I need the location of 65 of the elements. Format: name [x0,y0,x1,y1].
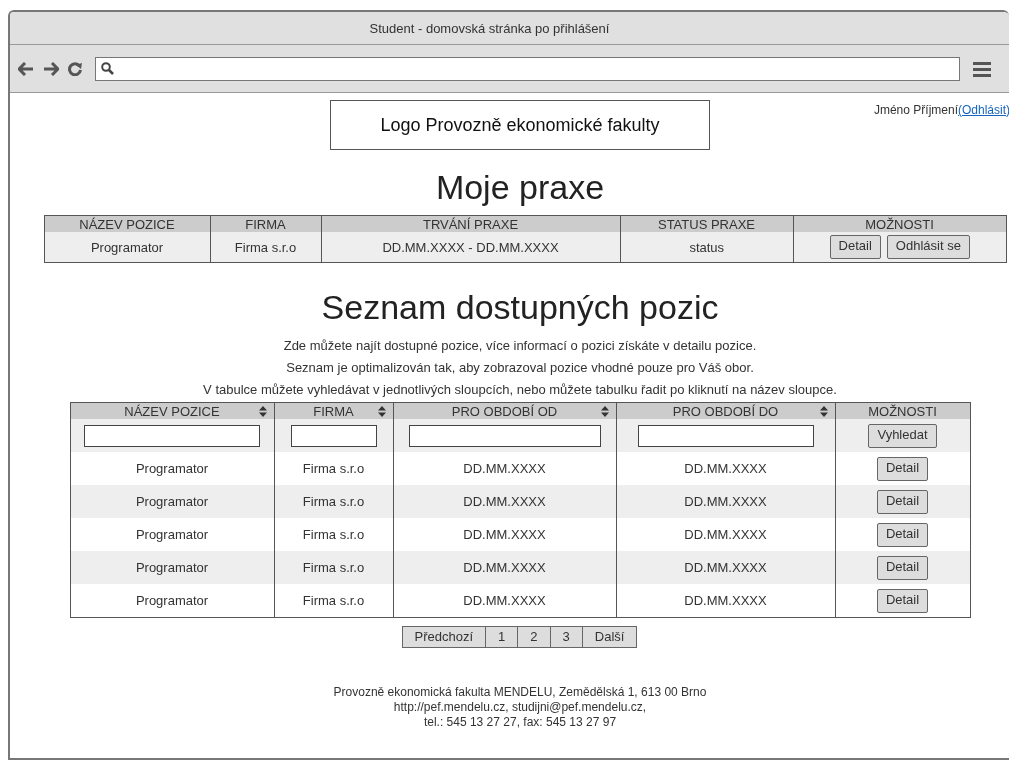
action-button[interactable]: Odhlásit se [886,235,970,259]
pagination-button[interactable]: 1 [485,626,519,648]
detail-button[interactable]: Detail [876,456,929,481]
table-cell: Programator [70,551,274,584]
table-cell: DD.MM.XXXX [616,551,835,584]
detail-button[interactable]: Detail [876,522,929,547]
table-cell: DD.MM.XXXX [616,584,835,618]
table-cell: DD.MM.XXXX [393,584,616,618]
table-cell: Programator [44,232,210,263]
sort-icon[interactable] [377,406,386,417]
column-header: FIRMA [210,215,321,232]
menu-icon[interactable] [973,60,991,77]
pagination-button[interactable]: Další [581,626,638,648]
table-cell: Firma s.r.o [274,584,393,618]
table-cell: DD.MM.XXXX [616,485,835,518]
logo-text: Logo Provozně ekonomické fakulty [380,114,660,136]
search-icon [101,62,114,75]
table-cell: Firma s.r.o [274,485,393,518]
table-cell: DD.MM.XXXX [393,485,616,518]
column-header: STATUS PRAXE [620,215,793,232]
footer-text: tel.: 545 13 27 27, fax: 545 13 27 97 [422,715,618,730]
filter-field[interactable] [408,424,601,447]
column-header[interactable]: FIRMA [274,402,393,419]
filter-field[interactable] [637,424,814,447]
intro-text: Seznam je optimalizován tak, aby zobrazoval pozice vhodné pouze pro Váš obor. [286,359,754,377]
filter-field[interactable] [84,424,260,447]
detail-button[interactable]: Detail [876,555,929,580]
address-bar[interactable] [95,56,960,81]
column-header: NÁZEV POZICE [44,215,210,232]
column-header[interactable]: PRO OBDOBÍ DO [616,402,835,419]
table-cell: Firma s.r.o [274,551,393,584]
section-heading: Seznam dostupných pozic [321,288,719,327]
pagination-button[interactable]: 2 [517,626,551,648]
table-cell: DD.MM.XXXX [393,551,616,584]
column-header[interactable]: MOŽNOSTI [835,402,970,419]
pagination-button[interactable]: 3 [549,626,583,648]
column-header: MOŽNOSTI [793,215,1006,232]
pagination-button[interactable]: Předchozí [401,626,487,648]
table-cell: DD.MM.XXXX - DD.MM.XXXX [321,232,620,263]
action-button[interactable]: Detail [829,235,881,259]
filter-field[interactable] [290,424,377,447]
table-cell: Programator [70,584,274,618]
window-title: Student - domovská stránka po přihlášení [369,20,610,36]
intro-text: Zde můžete najít dostupné pozice, více informací o pozici získáte v detailu pozice. [283,337,757,355]
table-cell: Programator [70,485,274,518]
sort-icon[interactable] [819,406,828,417]
back-arrow-icon[interactable] [18,61,34,76]
column-header: TRVÁNÍ PRAXE [321,215,620,232]
column-header[interactable]: NÁZEV POZICE [70,402,274,419]
section-heading: Moje praxe [435,168,605,207]
column-header[interactable]: PRO OBDOBÍ OD [393,402,616,419]
reload-icon[interactable] [68,61,82,76]
table-cell: Firma s.r.o [210,232,321,263]
sort-icon[interactable] [600,406,609,417]
forward-arrow-icon[interactable] [43,61,59,76]
detail-button[interactable]: Detail [876,588,929,613]
sort-icon[interactable] [258,406,267,417]
logout-link[interactable]: (Odhlásit) [958,103,1009,117]
user-name: Jméno Příjmení [873,103,958,117]
table-cell: status [620,232,793,263]
search-button[interactable]: Vyhledat [868,423,937,448]
intro-text: V tabulce můžete vyhledávat v jednotlivých sloupcích, nebo můžete tabulku řadit po kliknutí na název sloupce. [203,381,837,399]
detail-button[interactable]: Detail [876,489,929,514]
footer-text: http://pef.mendelu.cz, studijni@pef.mendelu.cz, [392,700,648,715]
footer-text: Provozně ekonomická fakulta MENDELU, Zemědělská 1, 613 00 Brno [333,685,707,700]
